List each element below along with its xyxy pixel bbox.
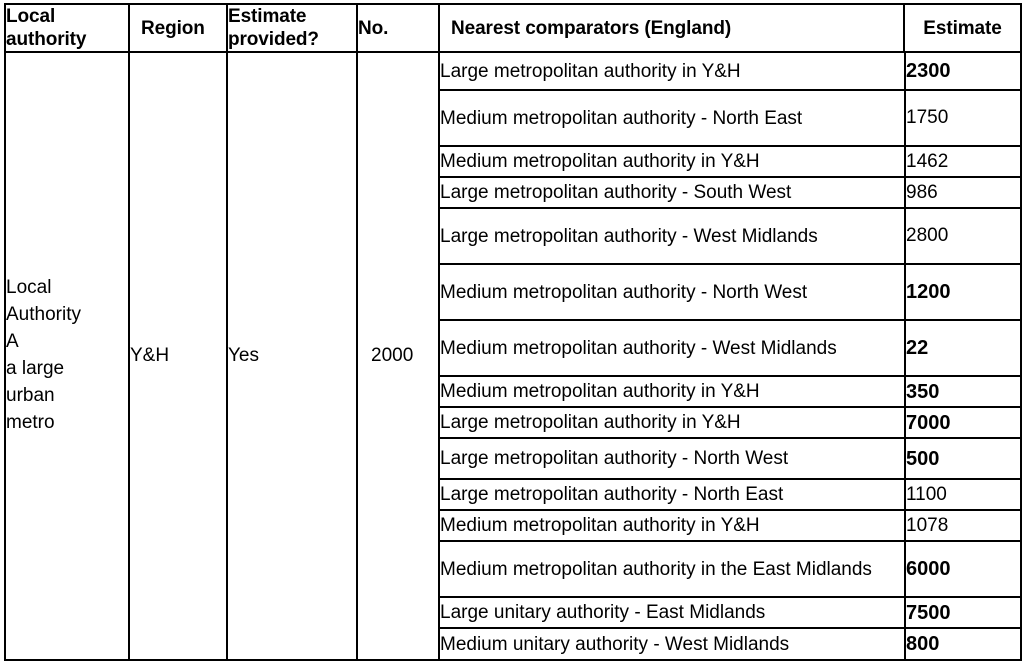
comparator-label: Large metropolitan authority - North Wes…	[440, 437, 906, 481]
table-header: Local authority Region Estimate provided…	[4, 2, 1022, 54]
comparator-estimate: 6000	[904, 540, 1022, 599]
comparator-row: Large metropolitan authority in Y&H 7000	[440, 406, 1022, 440]
comparator-estimate: 2300	[904, 53, 1022, 92]
comparator-estimate: 800	[904, 627, 1022, 660]
comparator-rows: Large metropolitan authority in Y&H 2300 M…	[440, 53, 1022, 660]
comparator-label: Large metropolitan authority - West Midl…	[440, 207, 906, 266]
comparator-label: Large metropolitan authority in Y&H	[440, 53, 906, 92]
column-header-region: Region	[128, 2, 228, 54]
comparator-estimate: 1078	[904, 509, 1022, 543]
comparator-label: Medium metropolitan authority in Y&H	[440, 145, 906, 179]
comparator-estimate: 1750	[904, 89, 1022, 148]
comparator-row: Medium unitary authority - West Midlands…	[440, 627, 1022, 660]
header-row: Local authority Region Estimate provided…	[4, 2, 1022, 54]
comparator-estimate: 2800	[904, 207, 1022, 266]
cell-local-authority: Local Authority A a large urban metro	[4, 51, 130, 661]
comparator-row: Medium metropolitan authority - West Mid…	[440, 319, 1022, 378]
comparators-subtable: Large metropolitan authority in Y&H 2300 M…	[440, 53, 1022, 660]
comparator-estimate: 1462	[904, 145, 1022, 179]
comparator-label: Large metropolitan authority - South Wes…	[440, 176, 906, 210]
comparator-label: Medium metropolitan authority - West Mid…	[440, 319, 906, 378]
comparator-row: Medium metropolitan authority - North Ea…	[440, 89, 1022, 148]
comparator-label: Large metropolitan authority in Y&H	[440, 406, 906, 440]
comparator-row: Large unitary authority - East Midlands 7…	[440, 596, 1022, 630]
cell-no: 2000	[356, 51, 440, 661]
table-body: Local Authority A a large urban metro Y&…	[4, 51, 1022, 661]
table-row: Local Authority A a large urban metro Y&…	[4, 51, 1022, 661]
column-header-estimate: Estimate	[903, 2, 1022, 54]
comparator-label: Medium metropolitan authority in Y&H	[440, 509, 906, 543]
comparators-table: Local authority Region Estimate provided…	[4, 2, 1022, 661]
comparator-label: Medium unitary authority - West Midlands	[440, 627, 906, 660]
comparator-label: Medium metropolitan authority in the Eas…	[440, 540, 906, 599]
column-header-local-authority: Local authority	[4, 2, 130, 54]
column-header-no: No.	[356, 2, 440, 54]
comparator-row: Medium metropolitan authority in the Eas…	[440, 540, 1022, 599]
comparator-row: Large metropolitan authority - West Midl…	[440, 207, 1022, 266]
comparator-estimate: 22	[904, 319, 1022, 378]
comparator-label: Large unitary authority - East Midlands	[440, 596, 906, 630]
table-page: Local authority Region Estimate provided…	[0, 0, 1024, 661]
comparator-row: Large metropolitan authority - North Wes…	[440, 437, 1022, 481]
comparator-estimate: 7500	[904, 596, 1022, 630]
cell-estimate-provided: Yes	[226, 51, 358, 661]
comparator-label: Large metropolitan authority - North Eas…	[440, 478, 906, 512]
comparator-label: Medium metropolitan authority in Y&H	[440, 375, 906, 409]
comparator-estimate: 350	[904, 375, 1022, 409]
comparator-estimate: 7000	[904, 406, 1022, 440]
comparator-estimate: 986	[904, 176, 1022, 210]
column-header-nearest-comparators: Nearest comparators (England)	[438, 2, 905, 54]
comparator-label: Medium metropolitan authority - North We…	[440, 263, 906, 322]
column-header-estimate-provided: Estimate provided?	[226, 2, 358, 54]
comparator-row: Large metropolitan authority - North Eas…	[440, 478, 1022, 512]
comparator-row: Medium metropolitan authority in Y&H 350	[440, 375, 1022, 409]
cell-region: Y&H	[128, 51, 228, 661]
comparator-row: Medium metropolitan authority in Y&H 1078	[440, 509, 1022, 543]
comparator-estimate: 500	[904, 437, 1022, 481]
comparator-row: Large metropolitan authority in Y&H 2300	[440, 53, 1022, 92]
comparator-row: Medium metropolitan authority in Y&H 1462	[440, 145, 1022, 179]
comparators-subtable-container: Large metropolitan authority in Y&H 2300 M…	[438, 51, 1022, 661]
comparator-label: Medium metropolitan authority - North Ea…	[440, 89, 906, 148]
comparator-row: Medium metropolitan authority - North We…	[440, 263, 1022, 322]
comparator-estimate: 1200	[904, 263, 1022, 322]
comparator-row: Large metropolitan authority - South Wes…	[440, 176, 1022, 210]
comparator-estimate: 1100	[904, 478, 1022, 512]
